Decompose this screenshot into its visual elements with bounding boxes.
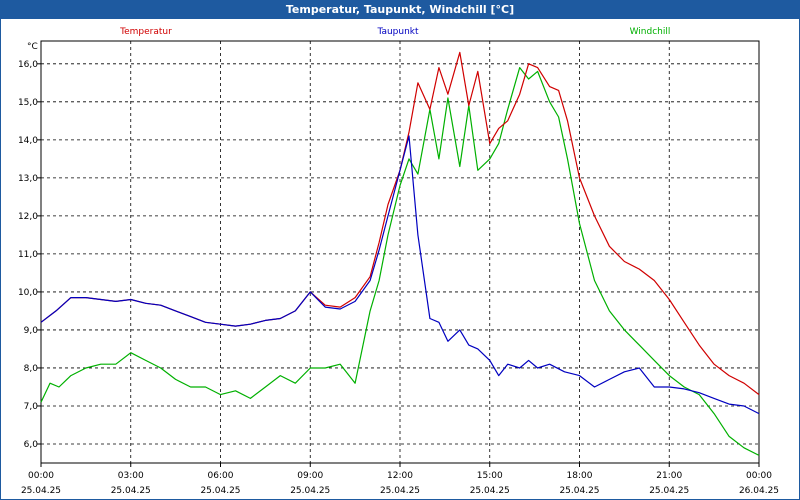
x-tick-date: 26.04.25 (739, 486, 779, 496)
x-tick-time: 21:00 (656, 471, 682, 481)
y-axis-ticks: 6,0 7,0 8,0 9,0 10,0 11,0 12,0 13,0 14,0 15,0 16,0 (18, 60, 41, 450)
x-tick-date: 25.04.25 (559, 486, 599, 496)
x-tick-time: 18:00 (567, 471, 593, 481)
y-tick-label: 6,0 (24, 440, 39, 450)
legend-temperatur: Temperatur (119, 27, 172, 37)
legend-taupunkt: Taupunkt (376, 27, 419, 37)
x-tick-date: 25.04.25 (470, 486, 510, 496)
y-tick-label: 16,0 (18, 60, 38, 70)
x-axis-ticks: 00:00 25.04.25 03:00 25.04.25 06:00 25.04.25 0… (21, 463, 779, 496)
y-tick-label: 11,0 (18, 250, 38, 260)
y-tick-label: 13,0 (18, 174, 38, 184)
x-tick-date: 25.04.25 (380, 486, 420, 496)
x-tick-date: 25.04.25 (111, 486, 151, 496)
y-tick-label: 8,0 (24, 364, 39, 374)
x-tick-date: 25.04.25 (649, 486, 689, 496)
y-tick-label: 12,0 (18, 212, 38, 222)
y-axis-label: °C (27, 42, 38, 52)
x-tick-date: 25.04.25 (200, 486, 240, 496)
chart-window: Temperatur, Taupunkt, Windchill [°C] 6,0… (0, 0, 800, 500)
x-tick-time: 00:00 (28, 471, 54, 481)
x-tick-date: 25.04.25 (290, 486, 330, 496)
x-tick-time: 00:00 (746, 471, 772, 481)
y-tick-label: 14,0 (18, 136, 38, 146)
y-tick-label: 15,0 (18, 98, 38, 108)
y-tick-label: 10,0 (18, 288, 38, 298)
x-tick-time: 15:00 (477, 471, 503, 481)
chart: 6,0 7,0 8,0 9,0 10,0 11,0 12,0 13,0 14,0 15,0 16,0… (18, 27, 779, 496)
x-tick-time: 12:00 (387, 471, 413, 481)
x-tick-date: 25.04.25 (21, 486, 61, 496)
x-tick-time: 06:00 (208, 471, 234, 481)
legend-windchill: Windchill (630, 27, 671, 37)
x-tick-time: 03:00 (118, 471, 144, 481)
y-tick-label: 9,0 (24, 326, 39, 336)
y-tick-label: 7,0 (24, 402, 39, 412)
x-tick-time: 09:00 (297, 471, 323, 481)
